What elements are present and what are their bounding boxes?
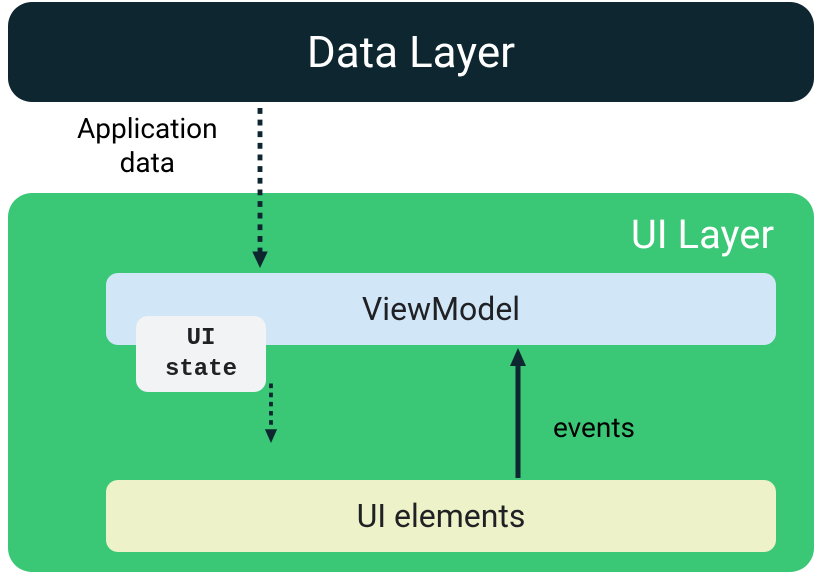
application-data-label: Application data: [77, 112, 218, 179]
ui-state-label: UI state: [165, 323, 237, 385]
data-layer-box: Data Layer: [8, 2, 814, 102]
ui-elements-box: UI elements: [106, 480, 776, 552]
arrow-up-icon: [508, 348, 528, 478]
ui-elements-label: UI elements: [357, 497, 526, 535]
ui-layer-box: UI Layer ViewModel UI state events UI el…: [8, 193, 814, 572]
ui-state-box: UI state: [136, 316, 266, 392]
data-layer-label: Data Layer: [307, 26, 515, 78]
viewmodel-label: ViewModel: [362, 290, 520, 328]
events-label: events: [553, 411, 635, 444]
arrow-down-icon: [250, 108, 270, 268]
ui-layer-label: UI Layer: [631, 211, 774, 258]
